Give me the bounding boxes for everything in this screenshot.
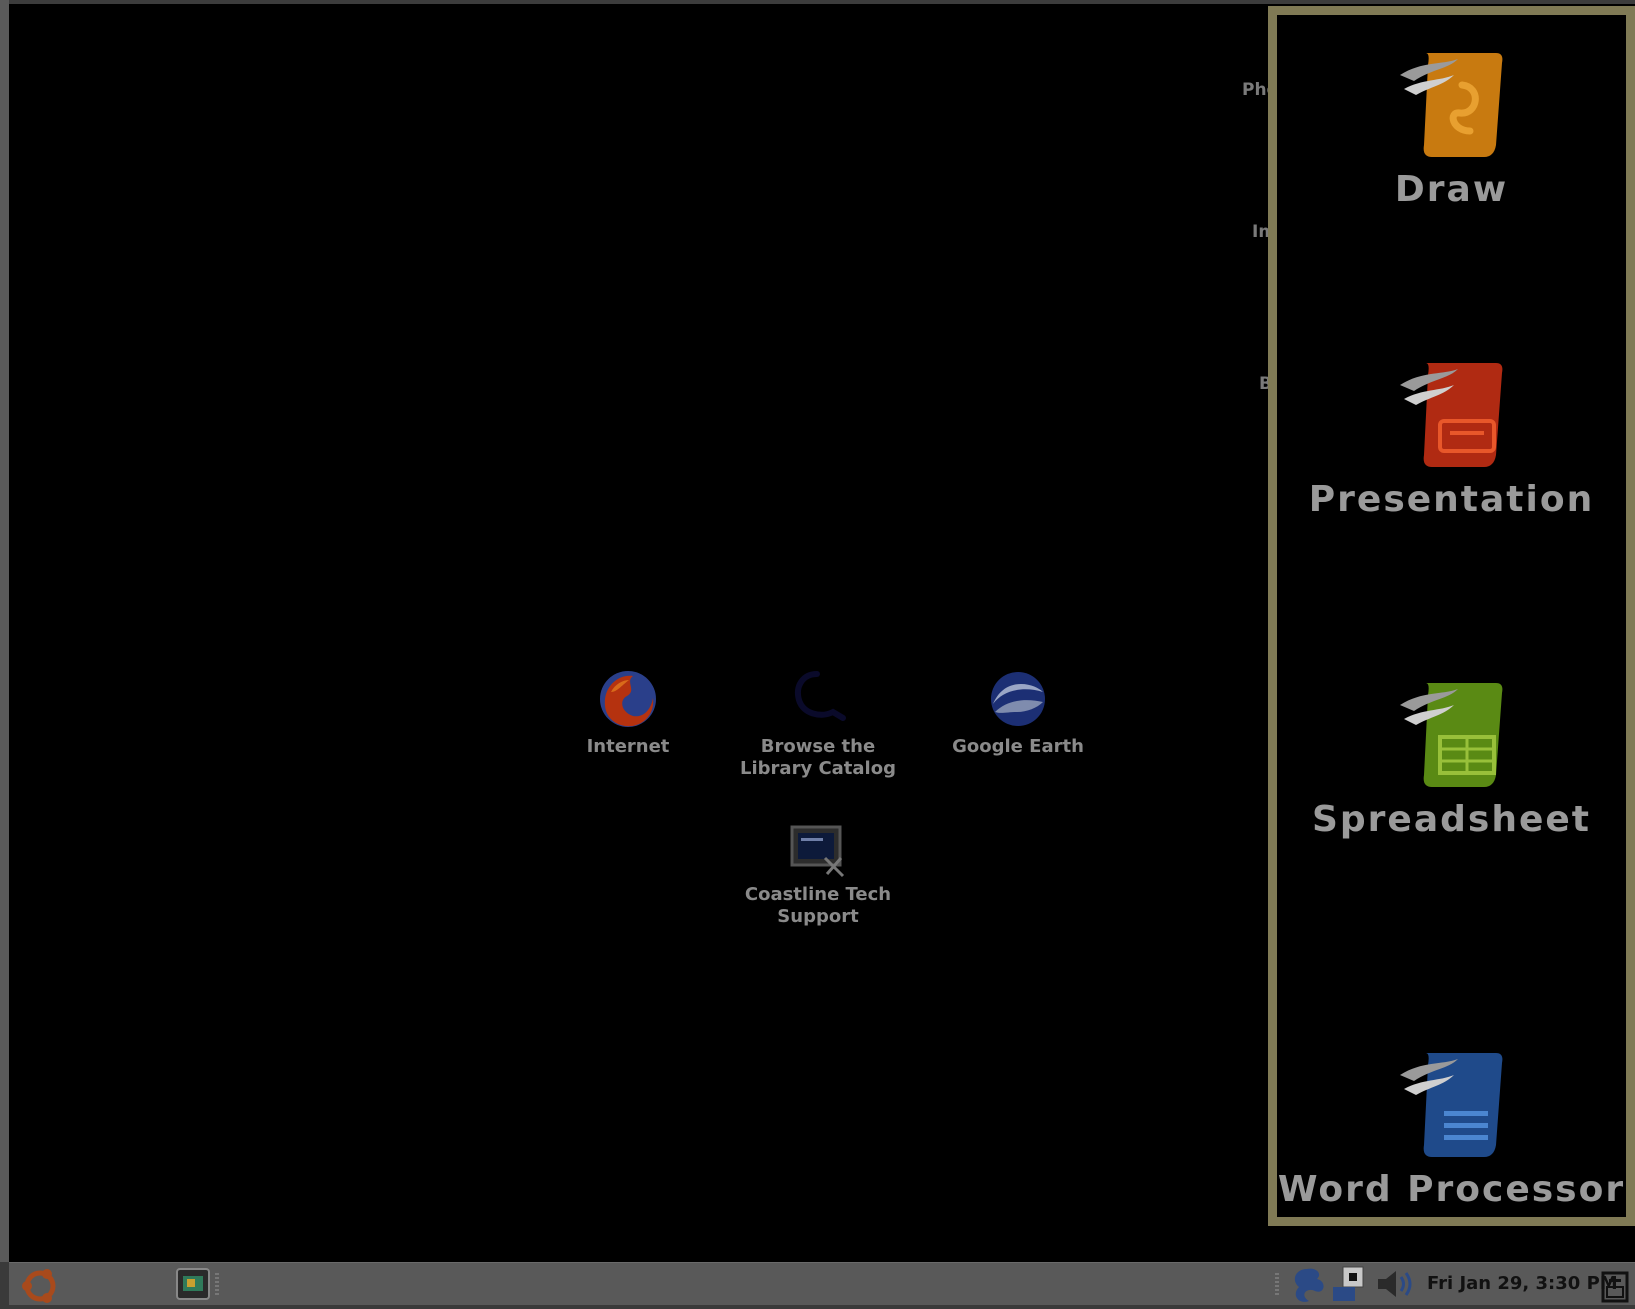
window-button-icon[interactable]: [175, 1267, 211, 1305]
desktop-icon-label: Internet: [586, 736, 670, 757]
volume-icon[interactable]: [1374, 1267, 1418, 1305]
app-label: Spreadsheet: [1311, 799, 1592, 840]
desktop-icon-internet[interactable]: Internet: [548, 668, 708, 758]
clock[interactable]: Fri Jan 29, 3:30 PM: [1427, 1273, 1618, 1294]
trash-icon[interactable]: [1599, 1267, 1631, 1307]
spreadsheet-icon: [1399, 683, 1502, 787]
desktop-icon-tech-support[interactable]: Coastline Tech Support: [728, 824, 908, 928]
presentation-icon: [1399, 363, 1502, 467]
desktop-icon-library-catalog[interactable]: Browse the Library Catalog: [728, 668, 908, 780]
firefox-icon: [600, 671, 656, 727]
word-processor-icon: [1399, 1053, 1502, 1157]
app-draw[interactable]: Draw: [1277, 45, 1626, 210]
draw-icon: [1399, 53, 1502, 157]
bottom-taskbar: Fri Jan 29, 3:30 PM: [9, 1262, 1635, 1305]
app-label: Word Processor: [1277, 1169, 1626, 1210]
app-word-processor[interactable]: Word Processor: [1277, 1045, 1626, 1210]
network-icon[interactable]: [1285, 1265, 1329, 1309]
app-spreadsheet[interactable]: Spreadsheet: [1277, 675, 1626, 840]
printer-icon[interactable]: [1329, 1265, 1369, 1309]
tech-support-icon: [790, 825, 845, 878]
library-catalog-icon: [795, 671, 846, 721]
ubuntu-menu-icon[interactable]: [17, 1265, 63, 1309]
desktop-icon-label: Browse the Library Catalog: [740, 736, 896, 779]
panel-grip[interactable]: [215, 1273, 219, 1297]
app-label: Draw: [1394, 169, 1509, 210]
left-edge: [0, 0, 9, 1262]
google-earth-icon: [991, 672, 1045, 726]
desktop-icon-label: Google Earth: [952, 736, 1084, 757]
panel-grip[interactable]: [1275, 1273, 1279, 1297]
app-presentation[interactable]: Presentation: [1277, 355, 1626, 520]
app-label: Presentation: [1308, 479, 1595, 520]
desktop-icon-google-earth[interactable]: Google Earth: [928, 668, 1108, 758]
desktop-icon-label: Coastline Tech Support: [744, 884, 892, 927]
office-apps-panel: Draw Presentation Spreadsheet Word Proce…: [1268, 6, 1635, 1226]
